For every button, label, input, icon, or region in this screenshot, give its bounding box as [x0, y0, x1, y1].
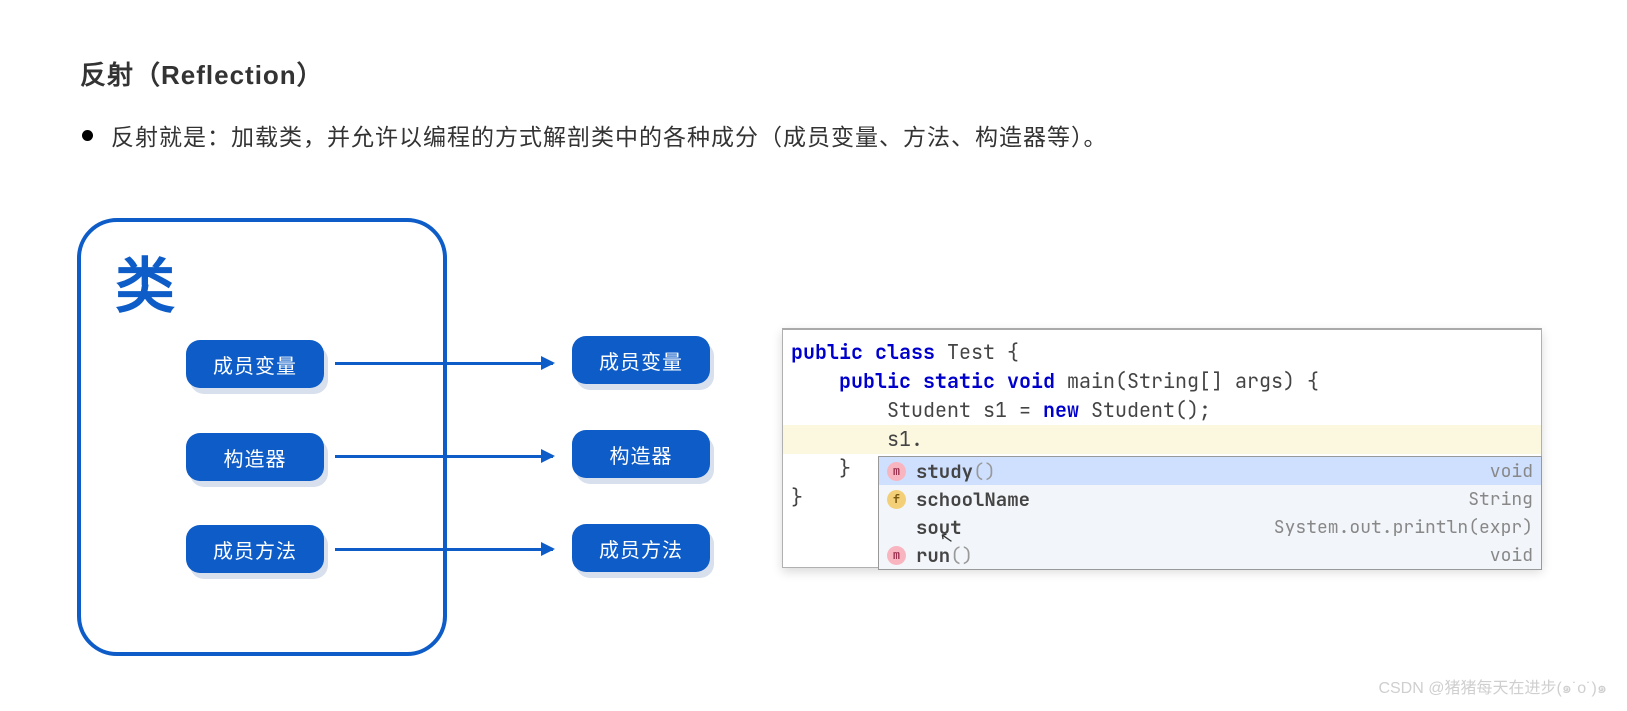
blank-icon: [887, 518, 906, 537]
code-line: public class Test {: [783, 338, 1541, 367]
watermark: CSDN @猪猪每天在进步(๑˙o˙)๑: [1378, 674, 1607, 701]
pill-constructor-left: 构造器: [186, 433, 324, 481]
arrow-icon: [335, 455, 553, 458]
arrow-icon: [335, 548, 553, 551]
autocomplete-popup[interactable]: m study() void f schoolName String sout …: [878, 456, 1542, 570]
bullet-text: 反射就是：加载类，并允许以编程的方式解剖类中的各种成分（成员变量、方法、构造器等…: [111, 118, 1108, 152]
pill-constructor-right: 构造器: [572, 430, 710, 478]
pill-member-variable-right: 成员变量: [572, 336, 710, 384]
popup-item-run[interactable]: m run() void: [879, 541, 1541, 569]
popup-item-study[interactable]: m study() void: [879, 457, 1541, 485]
page-title: 反射（Reflection）: [80, 55, 324, 92]
method-icon: m: [887, 546, 906, 565]
method-icon: m: [887, 462, 906, 481]
code-line: Student s1 = new Student();: [783, 396, 1541, 425]
code-line-highlighted: s1.: [783, 425, 1541, 454]
field-icon: f: [887, 490, 906, 509]
pill-member-method-left: 成员方法: [186, 525, 324, 573]
bullet-row: 反射就是：加载类，并允许以编程的方式解剖类中的各种成分（成员变量、方法、构造器等…: [82, 118, 1108, 152]
arrow-icon: [335, 362, 553, 365]
popup-item-schoolname[interactable]: f schoolName String: [879, 485, 1541, 513]
pill-member-variable-left: 成员变量: [186, 340, 324, 388]
class-label: 类: [115, 238, 175, 325]
pill-member-method-right: 成员方法: [572, 524, 710, 572]
bullet-dot-icon: [82, 130, 93, 141]
code-line: public static void main(String[] args) {: [783, 367, 1541, 396]
popup-item-sout[interactable]: sout System.out.println(expr): [879, 513, 1541, 541]
